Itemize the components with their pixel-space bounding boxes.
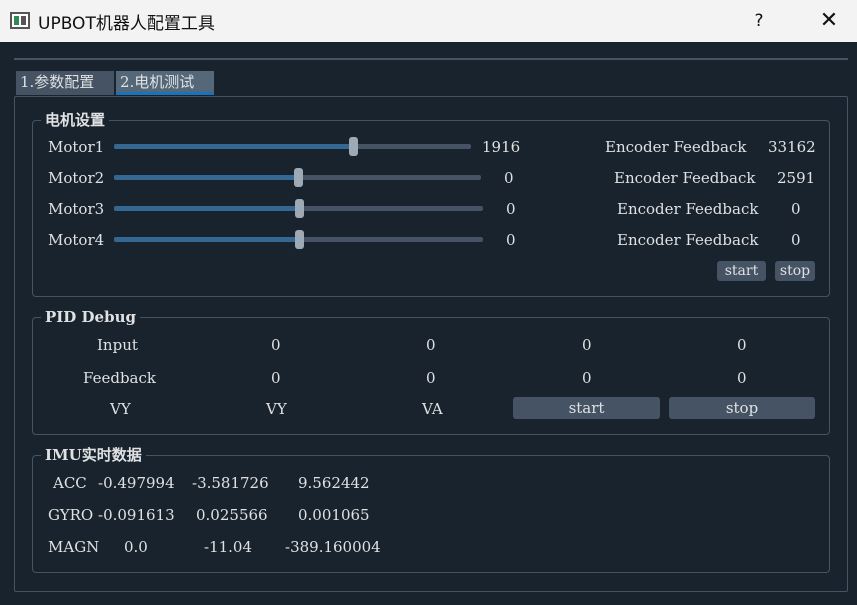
motor2-slider-fill bbox=[114, 175, 298, 180]
motor3-encoder-value: 0 bbox=[791, 200, 801, 218]
pid-feedback-value: 0 bbox=[426, 369, 436, 387]
title-bar: UPBOT机器人配置工具 ? ✕ bbox=[0, 0, 857, 42]
pid-feedback-value: 0 bbox=[271, 369, 281, 387]
pid-input-label: Input bbox=[97, 336, 138, 354]
pid-feedback-value: 0 bbox=[737, 369, 747, 387]
imu-acc-x: -0.497994 bbox=[98, 474, 175, 492]
motor1-encoder-value: 33162 bbox=[768, 138, 816, 156]
motor3-slider[interactable] bbox=[114, 199, 483, 218]
imu-magn-x: 0.0 bbox=[124, 538, 148, 556]
motor3-slider-fill bbox=[114, 206, 299, 211]
motor4-value: 0 bbox=[506, 231, 516, 249]
pid-col-va: VA bbox=[422, 400, 443, 418]
motor2-label: Motor2 bbox=[48, 169, 105, 187]
imu-group-title: IMU实时数据 bbox=[41, 446, 146, 464]
motor2-slider[interactable] bbox=[114, 168, 481, 187]
imu-magn-z: -389.160004 bbox=[285, 538, 381, 556]
pid-stop-button[interactable]: stop bbox=[669, 397, 815, 419]
motor3-value: 0 bbox=[506, 200, 516, 218]
motor-group-title: 电机设置 bbox=[41, 111, 110, 129]
pid-start-button[interactable]: start bbox=[513, 397, 660, 419]
imu-magn-label: MAGN bbox=[48, 538, 100, 556]
imu-acc-y: -3.581726 bbox=[192, 474, 269, 492]
motor4-slider[interactable] bbox=[114, 230, 483, 249]
motor1-slider[interactable] bbox=[114, 137, 471, 156]
app-icon bbox=[10, 12, 30, 29]
tab-param-config[interactable]: 1.参数配置 bbox=[16, 71, 114, 95]
pid-input-value: 0 bbox=[582, 336, 592, 354]
motor3-encoder-label: Encoder Feedback bbox=[617, 200, 759, 218]
motor1-value: 1916 bbox=[482, 138, 521, 156]
motor-stop-button[interactable]: stop bbox=[775, 261, 815, 281]
pid-input-value: 0 bbox=[737, 336, 747, 354]
pid-vy-label: VY bbox=[110, 400, 131, 418]
pid-feedback-label: Feedback bbox=[83, 369, 156, 387]
motor2-slider-handle[interactable] bbox=[294, 168, 303, 187]
motor4-slider-fill bbox=[114, 237, 299, 242]
imu-gyro-label: GYRO bbox=[48, 506, 94, 524]
motor4-encoder-value: 0 bbox=[791, 231, 801, 249]
motor1-slider-handle[interactable] bbox=[349, 137, 358, 156]
motor1-encoder-label: Encoder Feedback bbox=[605, 138, 747, 156]
motor2-encoder-value: 2591 bbox=[777, 169, 816, 187]
pid-input-value: 0 bbox=[271, 336, 281, 354]
tab-motor-test[interactable]: 2.电机测试 bbox=[116, 71, 214, 95]
motor2-encoder-label: Encoder Feedback bbox=[614, 169, 756, 187]
separator bbox=[14, 58, 848, 60]
help-button[interactable]: ? bbox=[744, 8, 774, 34]
motor-start-button[interactable]: start bbox=[717, 261, 766, 281]
motor4-label: Motor4 bbox=[48, 231, 105, 249]
motor4-encoder-label: Encoder Feedback bbox=[617, 231, 759, 249]
imu-acc-z: 9.562442 bbox=[298, 474, 370, 492]
imu-gyro-z: 0.001065 bbox=[298, 506, 370, 524]
pid-input-value: 0 bbox=[426, 336, 436, 354]
imu-gyro-y: 0.025566 bbox=[196, 506, 268, 524]
motor3-slider-handle[interactable] bbox=[295, 199, 304, 218]
pid-group-title: PID Debug bbox=[41, 308, 140, 326]
window-title: UPBOT机器人配置工具 bbox=[38, 14, 215, 34]
motor1-slider-fill bbox=[114, 144, 353, 149]
motor1-label: Motor1 bbox=[48, 138, 105, 156]
close-icon[interactable]: ✕ bbox=[812, 8, 846, 34]
imu-magn-y: -11.04 bbox=[204, 538, 253, 556]
pid-col-vy: VY bbox=[266, 400, 287, 418]
motor3-label: Motor3 bbox=[48, 200, 105, 218]
motor2-value: 0 bbox=[504, 169, 514, 187]
pid-feedback-value: 0 bbox=[582, 369, 592, 387]
motor4-slider-handle[interactable] bbox=[295, 230, 304, 249]
imu-acc-label: ACC bbox=[53, 474, 87, 492]
imu-gyro-x: -0.091613 bbox=[98, 506, 175, 524]
